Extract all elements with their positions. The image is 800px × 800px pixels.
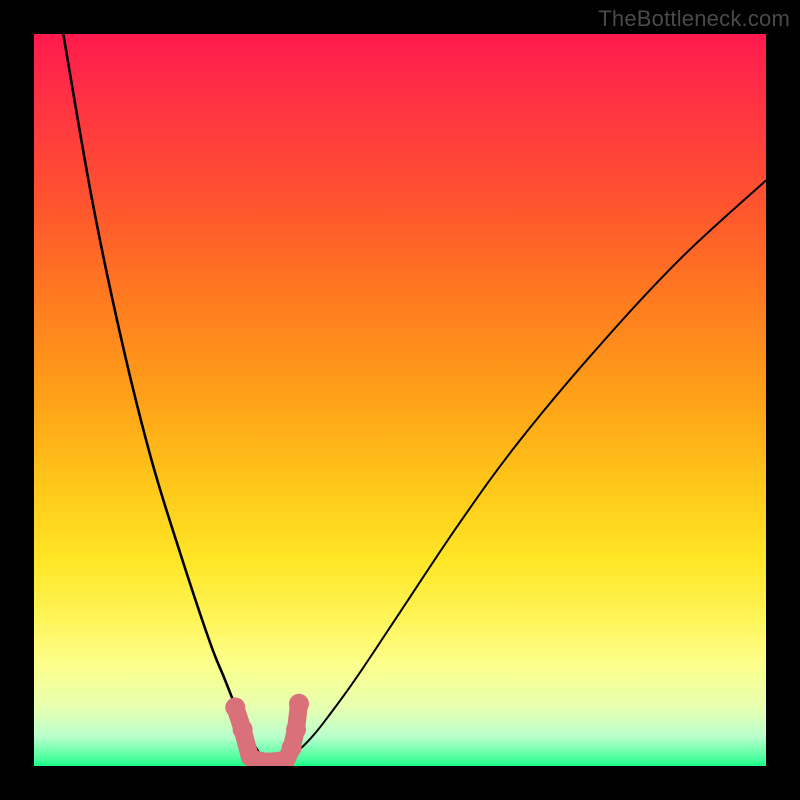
right-curve [276, 180, 766, 763]
curve-layer [63, 34, 766, 764]
valley-marker-dot [225, 697, 245, 717]
valley-marker-dot [282, 738, 302, 758]
plot-area [34, 34, 766, 766]
left-curve [63, 34, 275, 764]
valley-marker-dot [289, 694, 309, 714]
curves-svg [34, 34, 766, 766]
marker-layer [225, 694, 309, 762]
watermark-text: TheBottleneck.com [598, 6, 790, 32]
valley-marker-dot [286, 719, 306, 739]
chart-frame: TheBottleneck.com [0, 0, 800, 800]
valley-marker-dot [233, 719, 253, 739]
